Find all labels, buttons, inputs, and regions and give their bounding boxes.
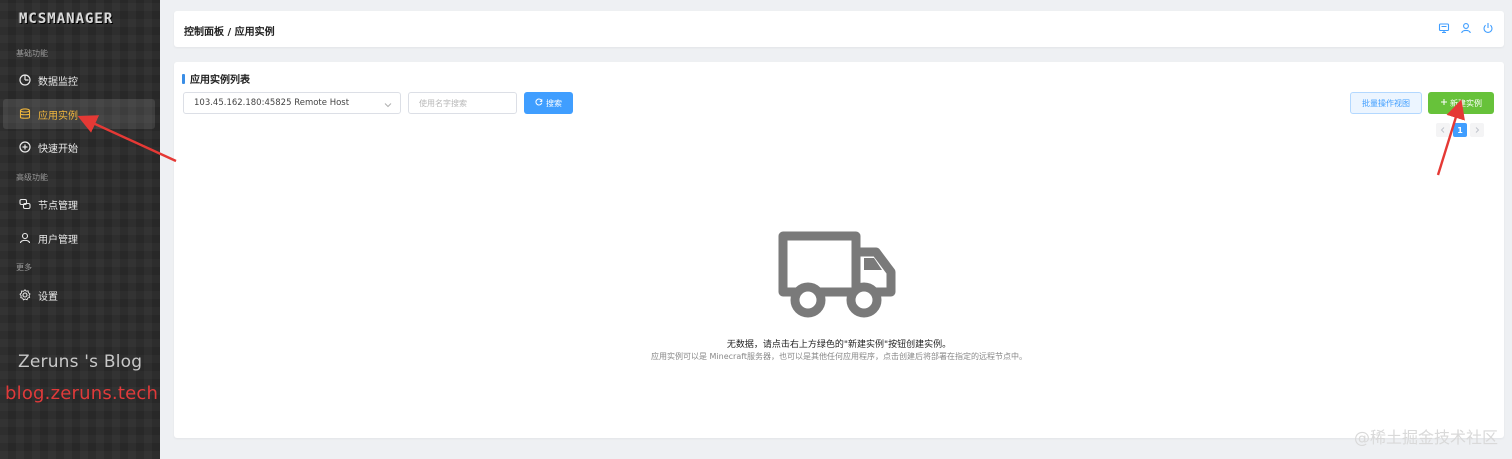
sidebar-item-instances[interactable]: 应用实例 — [3, 99, 155, 129]
instance-list-panel: 应用实例列表 103.45.162.180:45825 Remote Host … — [174, 62, 1504, 438]
group-label-basic: 基础功能 — [16, 49, 48, 58]
chevron-right-icon — [1475, 127, 1480, 133]
sidebar: MCSMANAGER 基础功能 数据监控 应用实例 快速开始 高级功能 节点管理… — [0, 0, 160, 459]
plus-icon — [1440, 98, 1448, 108]
nodes-icon — [18, 197, 32, 211]
user-icon — [18, 231, 32, 245]
sidebar-item-label: 快速开始 — [38, 143, 78, 155]
new-instance-label: 新建实例 — [1450, 98, 1482, 108]
node-select-value: 103.45.162.180:45825 Remote Host — [194, 98, 350, 108]
corner-watermark: @稀土掘金技术社区 — [1353, 428, 1498, 447]
sidebar-item-label: 节点管理 — [38, 200, 78, 212]
sidebar-item-data-monitor[interactable]: 数据监控 — [3, 65, 155, 95]
power-icon[interactable] — [1482, 22, 1494, 34]
sidebar-item-label: 应用实例 — [38, 110, 78, 122]
search-input[interactable] — [408, 92, 517, 114]
sidebar-item-label: 数据监控 — [38, 76, 78, 88]
sidebar-item-nodes[interactable]: 节点管理 — [3, 189, 155, 219]
group-label-more: 更多 — [16, 263, 32, 272]
group-label-advanced: 高级功能 — [16, 173, 48, 182]
sidebar-item-quick-start[interactable]: 快速开始 — [3, 132, 155, 162]
blog-watermark-url: blog.zeruns.tech — [5, 383, 159, 404]
empty-truck-icon — [778, 231, 896, 318]
dashboard-icon — [18, 73, 32, 87]
empty-state-title: 无数据，请点击右上方绿色的"新建实例"按钮创建实例。 — [726, 340, 952, 350]
new-instance-button[interactable]: 新建实例 — [1428, 92, 1494, 114]
sidebar-item-label: 用户管理 — [38, 234, 78, 246]
database-icon — [18, 107, 32, 121]
breadcrumb: 控制面板 / 应用实例 — [184, 27, 275, 38]
user-icon[interactable] — [1460, 22, 1472, 34]
batch-operation-button[interactable]: 批量操作视图 — [1350, 92, 1422, 114]
empty-state-subtitle: 应用实例可以是 Minecraft服务器，也可以是其他任何应用程序，点击创建后将… — [650, 352, 1028, 361]
next-page-button[interactable] — [1470, 123, 1484, 137]
sidebar-item-users[interactable]: 用户管理 — [3, 223, 155, 253]
top-header: 控制面板 / 应用实例 — [174, 11, 1504, 47]
header-actions — [1438, 22, 1494, 34]
chevron-down-icon — [383, 98, 393, 108]
section-title-text: 应用实例列表 — [190, 75, 250, 86]
prev-page-button[interactable] — [1436, 123, 1450, 137]
search-button-label: 搜索 — [546, 98, 562, 108]
sidebar-item-settings[interactable]: 设置 — [3, 280, 155, 310]
plus-circle-icon — [18, 140, 32, 154]
chevron-left-icon — [1440, 127, 1445, 133]
gear-icon — [18, 288, 32, 302]
search-button[interactable]: 搜索 — [524, 92, 573, 114]
page-number-current[interactable]: 1 — [1453, 123, 1467, 137]
sidebar-item-label: 设置 — [38, 291, 58, 303]
monitor-icon[interactable] — [1438, 22, 1450, 34]
pagination: 1 — [1436, 123, 1484, 137]
app-logo[interactable]: MCSMANAGER — [19, 11, 113, 27]
section-title: 应用实例列表 — [182, 71, 250, 86]
blog-watermark-title: Zeruns 's Blog — [18, 352, 143, 372]
node-select[interactable]: 103.45.162.180:45825 Remote Host — [183, 92, 401, 114]
refresh-icon — [535, 98, 543, 108]
